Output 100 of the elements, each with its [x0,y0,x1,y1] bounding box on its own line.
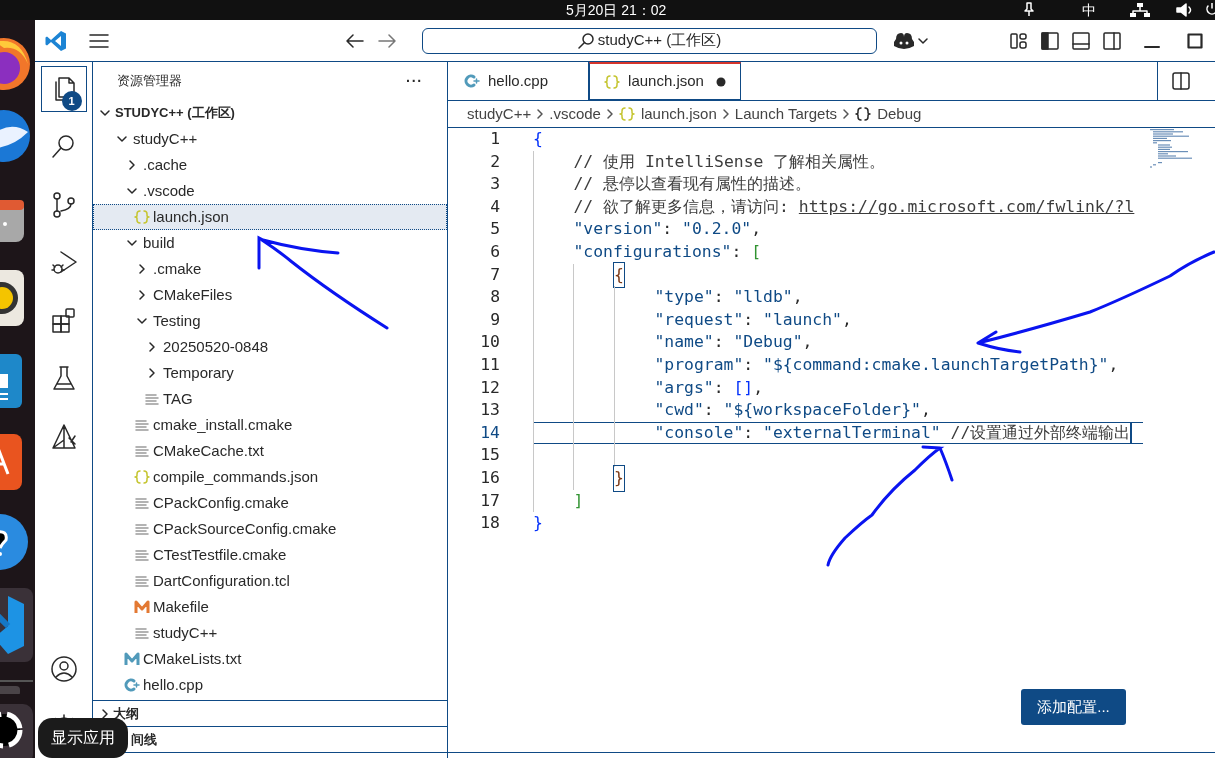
code-line: { [533,263,624,287]
chevron-down-icon[interactable] [99,107,111,119]
volume-icon [1176,3,1194,17]
lines-icon [134,547,150,563]
app-icon[interactable] [0,704,35,758]
tree-item[interactable]: CMakeLists.txt [93,646,447,672]
maximize-icon[interactable] [1187,32,1203,49]
tree-item[interactable]: studyC++ [93,126,447,152]
chevron-down-icon[interactable] [136,315,148,327]
tree-item[interactable]: Makefile [93,594,447,620]
add-configuration-button[interactable]: 添加配置... [1021,689,1126,725]
code-line: "cwd": "${workspaceFolder}", [533,399,931,422]
breadcrumb-item[interactable]: studyC++ [467,102,532,126]
code-line: "args": [], [533,376,764,400]
tree-item[interactable]: CTestTestfile.cmake [93,542,447,568]
lines-icon [134,521,150,537]
more-actions-button[interactable]: ··· [406,70,423,92]
chevron-right-icon[interactable] [136,289,148,301]
tree-item[interactable]: DartConfiguration.tcl [93,568,447,594]
code-line: { [533,128,543,150]
account-icon [48,654,79,684]
modified-dot-icon [715,76,726,87]
breadcrumb-item[interactable]: .vscode [549,102,601,126]
braces-icon [134,209,150,225]
breadcrumb-item[interactable]: Launch Targets [734,102,838,126]
code-line: "console": "externalTerminal" //设置通过外部终端输出 [533,421,1143,445]
sidebar-toggle-icon[interactable] [1041,31,1059,50]
split-editor-icon[interactable] [1172,72,1190,90]
tree-item[interactable]: compile_commands.json [93,464,447,490]
tree-item[interactable]: .cache [93,152,447,178]
chevron-down-icon[interactable] [116,133,128,145]
line-number: 15 [479,444,500,467]
menu-icon[interactable] [89,32,109,49]
line-number: 17 [479,489,500,512]
lines-icon [134,417,150,433]
code-line: // 使用 IntelliSense 了解相关属性。 [533,150,886,174]
tree-item[interactable]: CMakeCache.txt [93,438,447,464]
chevron-right-icon[interactable] [126,159,138,171]
tree-item[interactable]: Testing [93,308,447,334]
tree-item[interactable]: Temporary [93,360,447,386]
search-icon [577,32,594,49]
braces-icon [604,73,621,90]
tree-item[interactable]: launch.json [93,204,447,230]
link[interactable]: https://go.microsoft.com/fwlink/?l [798,194,1135,220]
tree-item[interactable]: cmake_install.cmake [93,412,447,438]
forward-arrow-icon[interactable] [378,33,396,48]
line-number: 10 [479,331,500,354]
line-number: 7 [489,263,500,286]
editor-tab[interactable]: launch.json [589,62,741,100]
code-line: "request": "launch", [533,308,852,332]
tree-item[interactable]: .cmake [93,256,447,282]
back-arrow-icon[interactable] [346,33,364,48]
code-line: ] [533,489,584,513]
line-number: 3 [489,173,500,196]
braces-icon [134,469,150,485]
lines-icon [134,495,150,511]
chevron-down-icon[interactable] [126,185,138,197]
text-cursor [1130,423,1133,443]
chevron-right-icon[interactable] [146,367,158,379]
tree-item[interactable]: CMakeFiles [93,282,447,308]
code-line: // 欲了解更多信息，请访问: https://go.microsoft.com/fwlink/?l [533,195,1135,219]
tree-item[interactable]: CPackConfig.cmake [93,490,447,516]
chevron-right-icon[interactable] [99,707,111,720]
lines-icon [144,391,160,407]
activity-tab[interactable]: 1 [40,66,87,112]
breadcrumb-item[interactable]: Debug [855,102,922,126]
input-method-indicator[interactable]: 中 [1082,2,1096,18]
layout-icon[interactable] [1010,31,1028,50]
tree-item[interactable]: studyC++ [93,620,447,646]
line-number: 9 [489,308,500,331]
tree-item[interactable]: .vscode [93,178,447,204]
code-line: } [533,466,624,490]
tree-item[interactable]: 20250520-0848 [93,334,447,360]
workspace-header[interactable]: STUDYC++ (工作区) [93,100,447,126]
secondary-sidebar-icon[interactable] [1103,31,1121,50]
line-number: 12 [479,376,500,399]
clock: 5月20日 21：02 [566,2,667,18]
chevron-down-icon[interactable] [918,36,928,45]
braces-icon [855,106,872,122]
tree-item[interactable]: build [93,230,447,256]
copilot-icon[interactable] [893,31,915,50]
m-letter-icon [134,599,150,615]
code-line: "configurations": [ [533,240,761,264]
panel-toggle-icon[interactable] [1072,31,1090,50]
code-line: } [533,512,543,535]
breadcrumb-item[interactable]: launch.json [618,102,717,126]
app-logo-icon [45,29,67,52]
tree-item[interactable]: TAG [93,386,447,412]
line-number: 16 [479,466,500,489]
tree-item[interactable]: hello.cpp [93,672,447,698]
command-center[interactable]: studyC++ (工作区) [422,27,877,54]
lines-icon [134,625,150,641]
chevron-down-icon[interactable] [126,237,138,249]
network-icon [1130,3,1150,17]
chevron-right-icon[interactable] [136,263,148,275]
lines-icon [134,573,150,589]
chevron-right-icon[interactable] [146,341,158,353]
line-number: 4 [489,195,500,218]
line-number: 11 [479,353,500,376]
tree-item[interactable]: CPackSourceConfig.cmake [93,516,447,542]
